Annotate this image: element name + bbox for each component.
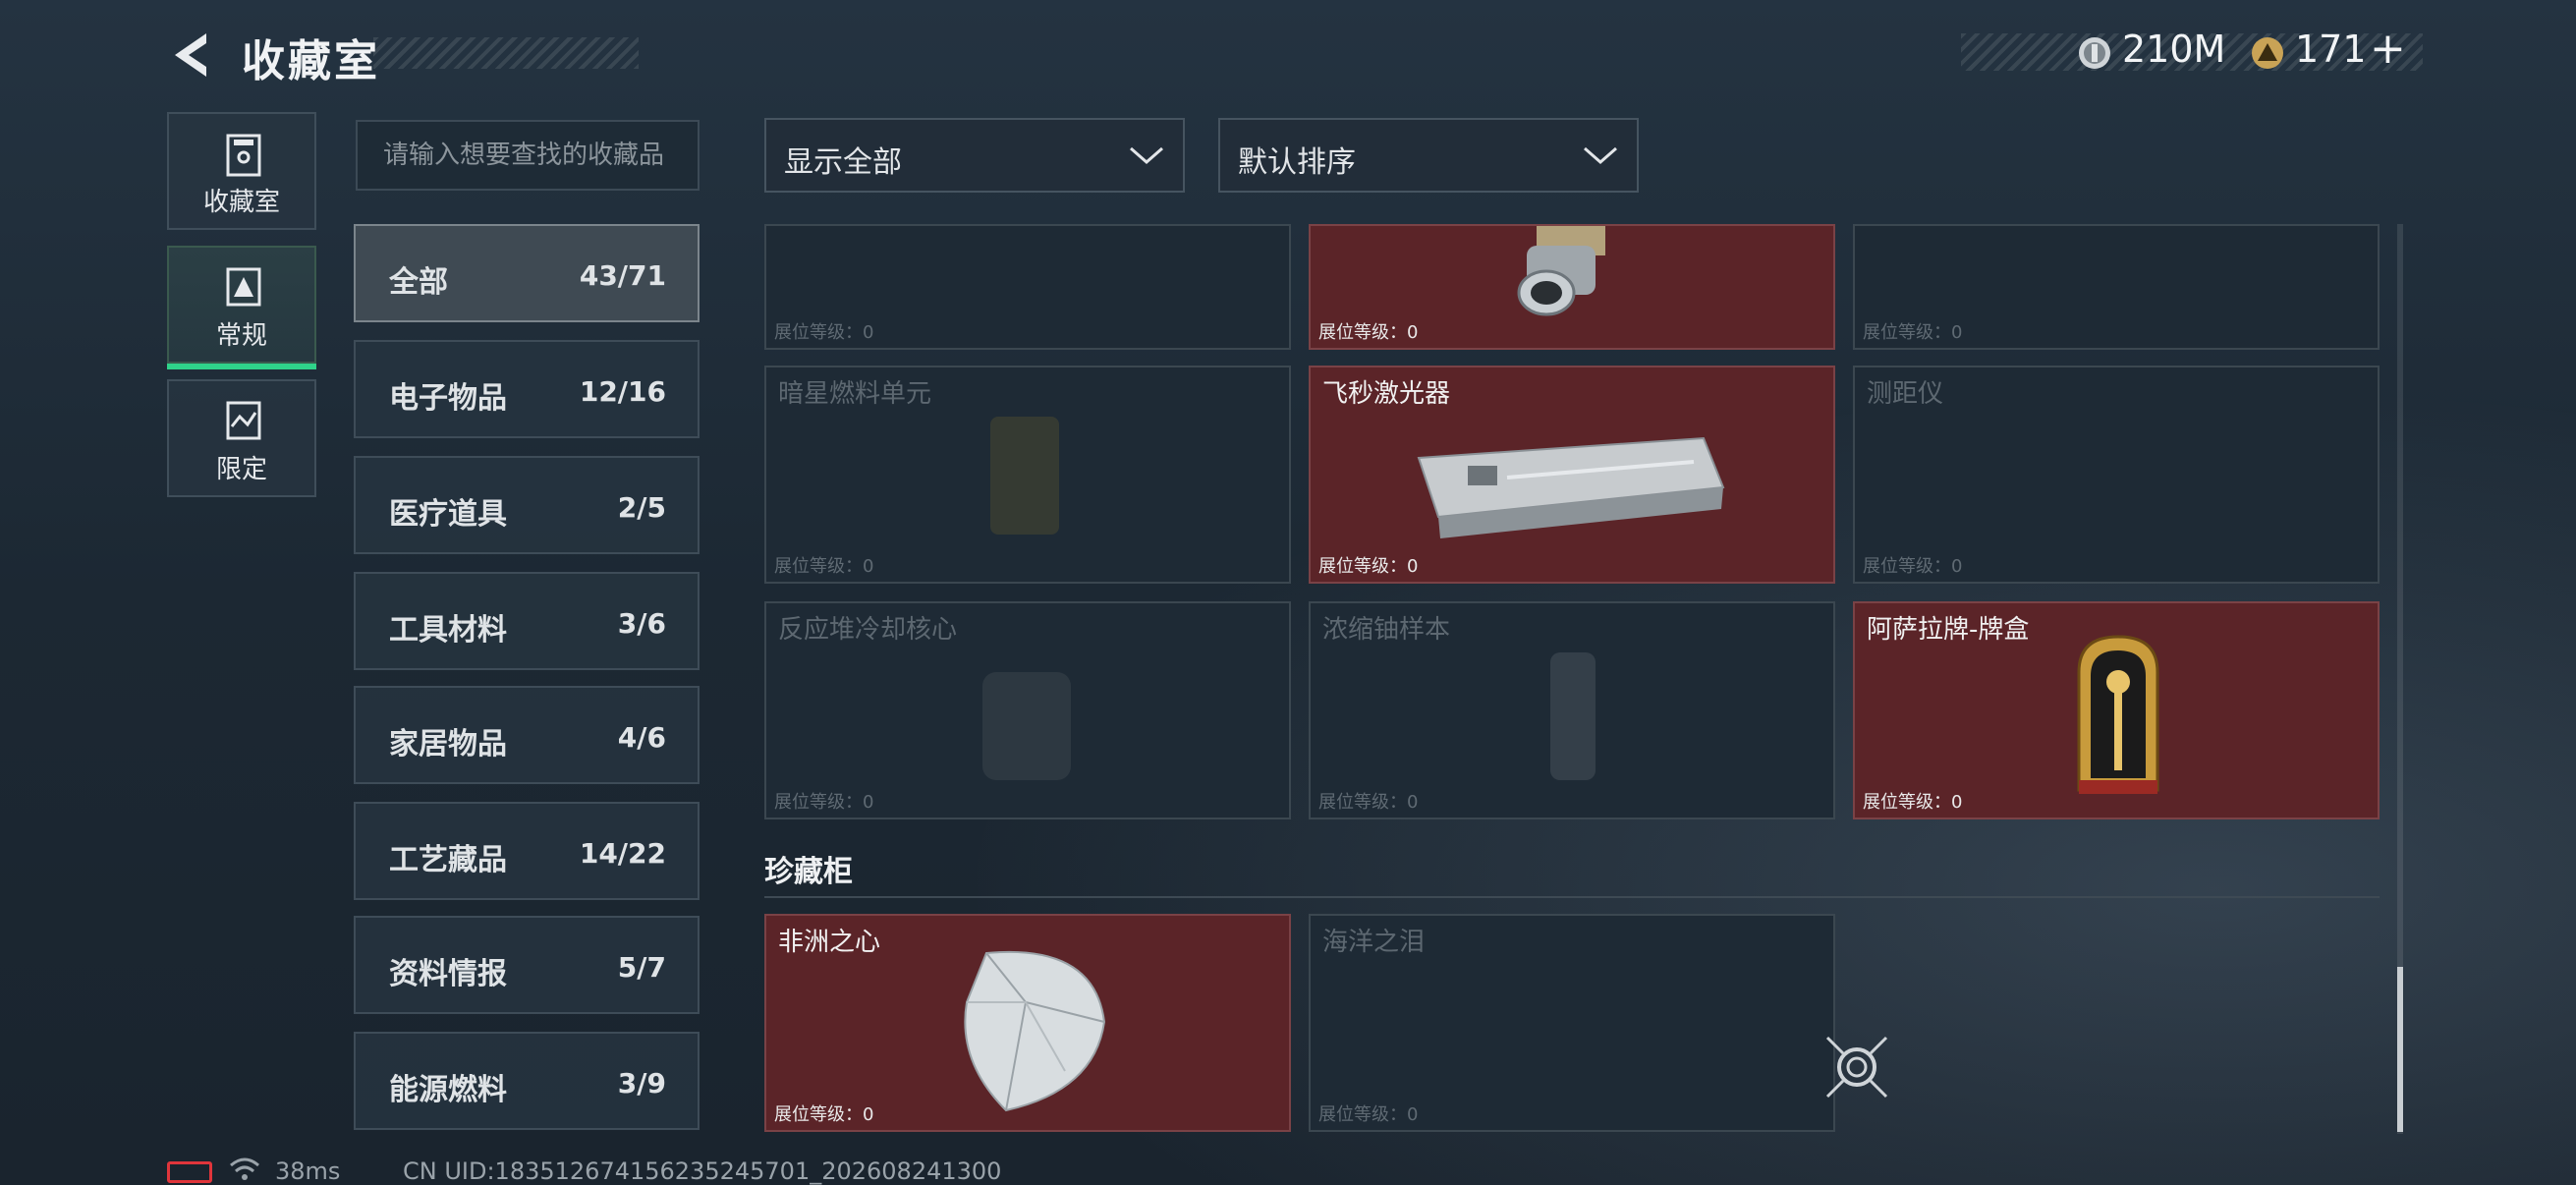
category-count: 3/9: [617, 1067, 666, 1100]
chevron-down-icon: [1584, 146, 1617, 164]
scrollbar-thumb[interactable]: [2397, 967, 2403, 1132]
item-card[interactable]: 展位等级：0: [764, 224, 1291, 350]
user-uid: CN UID:183512674156235245701_20260824130…: [403, 1157, 1002, 1185]
ping-value: 38ms: [275, 1157, 341, 1185]
item-level: 展位等级：0: [774, 322, 874, 343]
category-name: 能源燃料: [389, 1073, 507, 1107]
item-card[interactable]: 展位等级：0: [1853, 224, 2380, 350]
item-name: 飞秒激光器: [1322, 379, 1451, 409]
item-level: 展位等级：0: [774, 556, 874, 577]
category-crafts[interactable]: 工艺藏品 14/22: [354, 802, 700, 900]
category-all[interactable]: 全部 43/71: [354, 224, 700, 322]
item-level: 展位等级：0: [1318, 1104, 1419, 1125]
reactor-core-item-image: [982, 672, 1071, 780]
section-title-treasure: 珍藏柜: [764, 855, 853, 889]
tab-label: 常规: [215, 321, 267, 351]
filter-dropdown[interactable]: 显示全部: [764, 118, 1185, 193]
tab-regular[interactable]: 常规: [167, 246, 316, 369]
category-count: 14/22: [579, 837, 666, 870]
item-level: 展位等级：0: [1318, 792, 1419, 813]
currency-coins-value: 210M: [2122, 28, 2226, 71]
section-divider: [764, 896, 2380, 898]
femtosecond-laser-item-image: [1417, 436, 1725, 538]
item-level: 展位等级：0: [1863, 792, 1963, 813]
item-card[interactable]: 阿萨拉牌-牌盒 展位等级：0: [1853, 601, 2380, 819]
item-name: 浓缩铀样本: [1322, 615, 1451, 645]
currency-premium-value: 171: [2295, 28, 2367, 71]
limited-icon: [226, 401, 261, 440]
card-box-item-image: [2077, 635, 2159, 794]
item-level: 展位等级：0: [1318, 556, 1419, 577]
uranium-sample-item-image: [1550, 652, 1596, 780]
page-title: 收藏室: [242, 36, 380, 86]
active-tab-indicator: [167, 364, 316, 369]
target-icon[interactable]: [1821, 1032, 1892, 1102]
filter-value: 显示全部: [784, 145, 902, 180]
add-currency-button[interactable]: +: [2370, 24, 2406, 74]
category-count: 3/6: [617, 607, 666, 640]
item-level: 展位等级：0: [1318, 322, 1419, 343]
premium-currency-icon: [2252, 37, 2283, 69]
tab-limited[interactable]: 限定: [167, 379, 316, 497]
item-name: 测距仪: [1867, 379, 1944, 409]
category-count: 12/16: [579, 375, 666, 408]
category-energy[interactable]: 能源燃料 3/9: [354, 1032, 700, 1130]
category-name: 工艺藏品: [389, 843, 507, 877]
item-card[interactable]: 暗星燃料单元 展位等级：0: [764, 366, 1291, 584]
item-name: 暗星燃料单元: [778, 379, 932, 409]
item-name: 反应堆冷却核心: [778, 615, 958, 645]
battery-icon: [167, 1161, 212, 1183]
sort-value: 默认排序: [1238, 145, 1356, 180]
chevron-down-icon: [1130, 146, 1163, 164]
wifi-icon: [230, 1157, 259, 1180]
category-count: 4/6: [617, 721, 666, 754]
category-name: 医疗道具: [389, 497, 507, 532]
category-name: 全部: [389, 265, 448, 300]
tab-collection-room[interactable]: 收藏室: [167, 112, 316, 230]
item-card[interactable]: 反应堆冷却核心 展位等级：0: [764, 601, 1291, 819]
item-level: 展位等级：0: [774, 1104, 874, 1125]
category-electronics[interactable]: 电子物品 12/16: [354, 340, 700, 438]
sort-dropdown[interactable]: 默认排序: [1218, 118, 1639, 193]
diamond-item-image: [964, 950, 1106, 1112]
item-name: 阿萨拉牌-牌盒: [1867, 615, 2030, 645]
category-household[interactable]: 家居物品 4/6: [354, 686, 700, 784]
category-count: 5/7: [617, 951, 666, 984]
category-tools[interactable]: 工具材料 3/6: [354, 572, 700, 670]
search-input[interactable]: [381, 140, 700, 171]
collection-icon: [226, 134, 261, 177]
category-medical[interactable]: 医疗道具 2/5: [354, 456, 700, 554]
item-card[interactable]: 浓缩铀样本 展位等级：0: [1309, 601, 1835, 819]
coin-icon: [2079, 37, 2110, 69]
treasure-item-card[interactable]: 海洋之泪 展位等级：0: [1309, 914, 1835, 1132]
fuel-cell-item-image: [990, 417, 1059, 535]
category-count: 2/5: [617, 491, 666, 524]
item-level: 展位等级：0: [1863, 556, 1963, 577]
item-name: 非洲之心: [778, 928, 881, 957]
treasure-item-card[interactable]: 非洲之心 展位等级：0: [764, 914, 1291, 1132]
back-arrow-icon[interactable]: [167, 29, 218, 81]
category-name: 工具材料: [389, 613, 507, 648]
item-card[interactable]: 测距仪 展位等级：0: [1853, 366, 2380, 584]
category-count: 43/71: [579, 259, 666, 292]
item-name: 海洋之泪: [1322, 928, 1426, 957]
camera-lens-item-image: [1517, 226, 1605, 316]
item-level: 展位等级：0: [774, 792, 874, 813]
regular-icon: [226, 267, 261, 307]
search-box[interactable]: [356, 120, 700, 191]
category-intel[interactable]: 资料情报 5/7: [354, 916, 700, 1014]
category-name: 电子物品: [389, 381, 507, 416]
title-decoration: [373, 37, 639, 69]
item-level: 展位等级：0: [1863, 322, 1963, 343]
tab-label: 限定: [215, 455, 267, 484]
item-card[interactable]: 展位等级：0: [1309, 224, 1835, 350]
tab-label: 收藏室: [202, 188, 280, 217]
category-name: 家居物品: [389, 727, 507, 762]
category-name: 资料情报: [389, 957, 507, 991]
item-card[interactable]: 飞秒激光器 展位等级：0: [1309, 366, 1835, 584]
